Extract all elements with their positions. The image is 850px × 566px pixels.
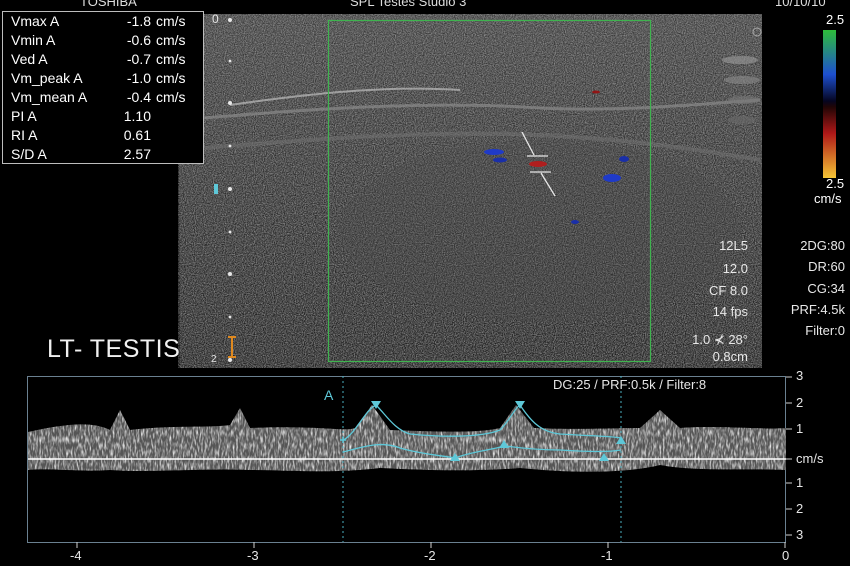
color-bar-top-label: 2.5 (826, 12, 845, 27)
depth-label-zero: 0 (212, 12, 219, 26)
body-marker-label: LT- TESTIS (47, 335, 181, 363)
time-label: 0 (782, 548, 790, 563)
velocity-label: 2 (796, 395, 804, 410)
param-fps: 14 fps (712, 304, 748, 319)
param-cf: CF 8.0 (708, 283, 748, 298)
spectral-doppler-display (27, 376, 792, 548)
header-right: 10/10/10 (775, 0, 826, 9)
header-center: SPL Testes Studio 3 (350, 0, 467, 9)
param-angle: 1.0 ⊀ 28° (692, 332, 748, 347)
param-probe: 12L5 (719, 238, 748, 253)
velocity-unit: cm/s (796, 451, 824, 466)
color-bar (823, 30, 836, 178)
color-bar-unit: cm/s (814, 191, 842, 206)
param-dr: DR:60 (808, 259, 845, 274)
param-frequency: 12.0 (722, 261, 748, 276)
param-prf: PRF:4.5k (790, 302, 845, 317)
velocity-label: 3 (796, 527, 804, 542)
param-cg: CG:34 (807, 281, 845, 296)
velocity-label: 2 (796, 501, 804, 516)
param-filter: Filter:0 (805, 323, 845, 338)
depth-label-two: 2 (211, 354, 217, 365)
cursor-label: A (324, 387, 334, 403)
measurement-panel: Vmax A -1.8 cm/s Vmin A -0.6 cm/s Ved A … (2, 11, 204, 164)
time-label: -1 (601, 548, 613, 563)
header-left: TOSHIBA (80, 0, 137, 9)
time-label: -2 (424, 548, 436, 563)
velocity-label: 1 (796, 475, 804, 490)
focus-marker (214, 184, 218, 194)
doppler-settings: DG:25 / PRF:0.5k / Filter:8 (553, 377, 707, 392)
color-bar-bottom-label: 2.5 (826, 176, 845, 191)
velocity-label: 3 (796, 368, 804, 383)
time-label: -4 (70, 548, 82, 563)
param-depth: 0.8cm (712, 349, 748, 364)
param-2dg: 2DG:80 (800, 238, 845, 253)
time-label: -3 (247, 548, 259, 563)
velocity-label: 1 (796, 421, 804, 436)
orientation-marker-icon (228, 336, 236, 358)
